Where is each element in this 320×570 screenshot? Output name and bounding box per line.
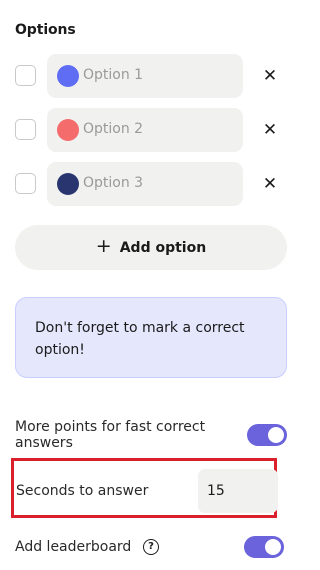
fast-points-label: More points for fast correct answers — [15, 419, 206, 451]
options-section-title: Options — [15, 22, 76, 38]
option-label: Option 2 — [83, 121, 144, 137]
option-row-2: Option 2 ✕ — [15, 108, 295, 152]
correct-option-checkbox[interactable] — [15, 119, 36, 140]
option-input-3[interactable]: Option 3 — [47, 162, 243, 206]
plus-icon: + — [95, 235, 112, 257]
option-input-2[interactable]: Option 2 — [47, 108, 243, 152]
option-input-1[interactable]: Option 1 — [47, 54, 243, 98]
option-color-dot[interactable] — [57, 65, 79, 87]
option-row-1: Option 1 ✕ — [15, 54, 295, 98]
toggle-knob — [268, 427, 284, 443]
fast-points-toggle[interactable] — [247, 424, 287, 446]
add-option-label: Add option — [119, 239, 207, 256]
close-icon[interactable]: ✕ — [262, 120, 278, 140]
option-color-dot[interactable] — [57, 173, 79, 195]
correct-option-notice: Don't forget to mark a correct option! — [15, 297, 287, 378]
close-icon[interactable]: ✕ — [262, 174, 278, 194]
leaderboard-label: Add leaderboard — [15, 539, 132, 555]
leaderboard-toggle[interactable] — [244, 536, 284, 558]
close-icon[interactable]: ✕ — [262, 66, 278, 86]
seconds-input[interactable]: 15 — [198, 469, 278, 513]
toggle-knob — [265, 539, 281, 555]
correct-option-checkbox[interactable] — [15, 173, 36, 194]
option-row-3: Option 3 ✕ — [15, 162, 295, 206]
add-option-button[interactable]: + Add option — [15, 225, 287, 270]
question-circle-icon[interactable]: ? — [143, 539, 159, 555]
option-label: Option 3 — [83, 175, 144, 191]
correct-option-checkbox[interactable] — [15, 65, 36, 86]
option-label: Option 1 — [83, 67, 144, 83]
notice-text: Don't forget to mark a correct option! — [35, 320, 245, 358]
seconds-label: Seconds to answer — [16, 483, 149, 499]
option-color-dot[interactable] — [57, 119, 79, 141]
